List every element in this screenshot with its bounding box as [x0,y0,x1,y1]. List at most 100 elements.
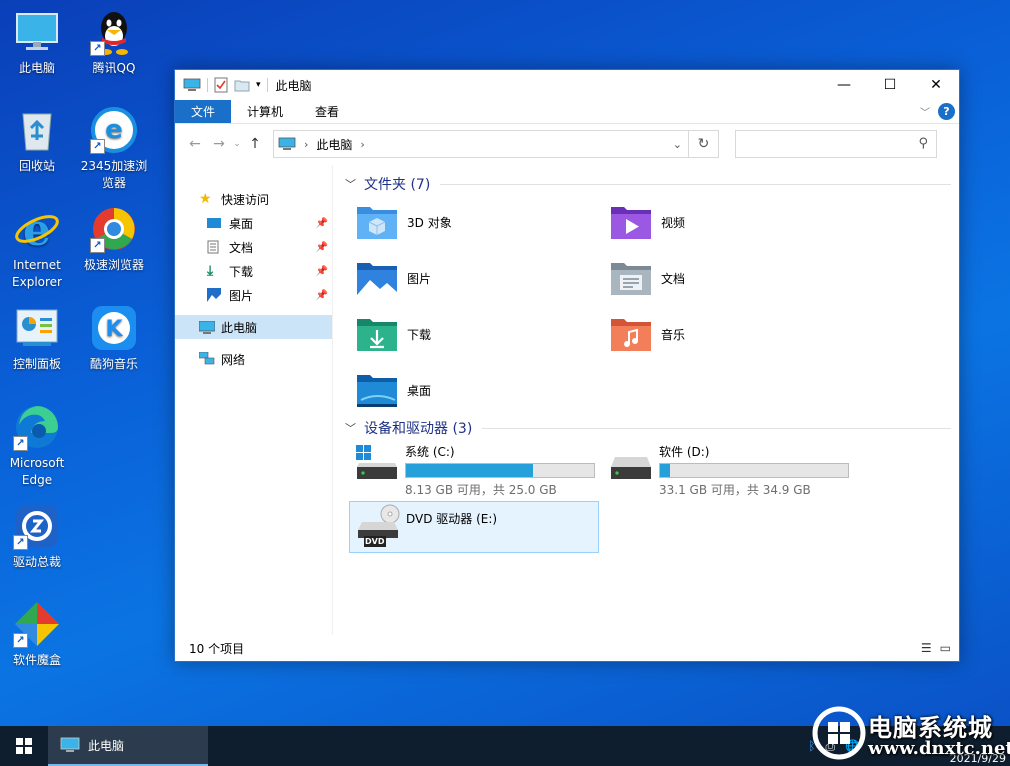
pictures-icon [207,288,223,302]
desktop-icon-this-pc[interactable]: 此电脑 [0,8,74,77]
address-bar[interactable]: › 此电脑 › ⌄ [273,130,689,158]
hard-drive-icon [611,457,651,479]
group-title: 设备和驱动器 (3) [364,421,473,437]
nav-quick-access[interactable]: ★ 快速访问 [175,187,332,211]
drive-free-space: 33.1 GB 可用，共 34.9 GB [659,483,811,497]
chevron-down-icon[interactable]: ▾ [256,80,261,90]
start-button[interactable] [0,726,48,766]
help-icon[interactable]: ? [938,103,955,120]
breadcrumb-chevron-icon[interactable]: › [360,138,364,151]
folder-music[interactable]: 音乐 [609,309,863,359]
desktop-icon-label: 极速浏览器 [83,258,144,272]
desktop-icon-control-panel[interactable]: 控制面板 [0,304,74,373]
svg-text:e: e [23,205,51,253]
nav-downloads[interactable]: ⤓ 下载 📌 [175,259,332,283]
chevron-down-icon[interactable]: ﹀ [345,176,356,192]
folder-documents[interactable]: 文档 [609,253,863,303]
tab-file[interactable]: 文件 [175,100,232,123]
breadcrumb-chevron-icon[interactable]: › [304,138,308,151]
desktop-icon-qq[interactable]: ↗ 腾讯QQ [77,8,151,77]
refresh-icon: ↻ [697,136,710,152]
folder-label: 3D 对象 [407,215,452,230]
folder-pictures[interactable]: 图片 [355,253,609,303]
drive-d[interactable]: 软件 (D:) 33.1 GB 可用，共 34.9 GB [603,441,857,497]
folder-desktop[interactable]: 桌面 [355,365,609,415]
shortcut-arrow-icon: ↗ [13,633,28,648]
new-folder-icon[interactable] [234,78,250,92]
downloads-folder-icon [357,319,397,351]
close-button[interactable]: ✕ [913,70,959,100]
watermark-logo-icon [812,706,866,760]
details-view-icon[interactable]: ☰ [921,641,932,655]
desktop-icon-label: 此电脑 [18,61,55,75]
desktop-icon-label: 控制面板 [12,357,61,371]
drive-usage-bar [659,463,849,478]
nav-label: 桌面 [229,216,254,231]
nav-desktop[interactable]: 桌面 📌 [175,211,332,235]
computer-icon [183,78,201,91]
nav-documents[interactable]: 文档 📌 [175,235,332,259]
recent-chevron-icon[interactable]: ⌄ [231,139,243,149]
separator [207,78,208,92]
svg-text:e: e [105,115,123,145]
desktop-icon-speed-browser[interactable]: ↗ 极速浏览器 [77,205,151,274]
shortcut-arrow-icon: ↗ [90,41,105,56]
breadcrumb-this-pc[interactable]: 此电脑 [316,136,352,153]
item-count: 10 个项目 [189,641,245,656]
drives-group-header[interactable]: ﹀ 设备和驱动器 (3) [341,415,959,441]
desktop-icon-software-box[interactable]: ↗ 软件魔盒 [0,600,74,669]
nav-this-pc[interactable]: 此电脑 [175,315,332,339]
desktop-icon-edge[interactable]: ↗ Microsoft Edge [0,403,74,489]
maximize-button[interactable]: ☐ [867,70,913,100]
desktop-icon-label: 软件魔盒 [12,653,61,667]
large-icons-view-icon[interactable]: ▭ [940,641,951,655]
nav-label: 图片 [229,288,254,303]
computer-icon [278,137,296,150]
desktop-icon-driver-tool[interactable]: ↗ 驱动总裁 [0,502,74,571]
nav-network[interactable]: 网络 [175,347,332,371]
refresh-button[interactable]: ↻ [689,130,719,158]
internet-explorer-icon: e [15,205,59,253]
folders-group-header[interactable]: ﹀ 文件夹 (7) [341,171,959,197]
pin-icon: 📌 [315,289,328,301]
drive-e[interactable]: DVD DVD 驱动器 (E:) [349,501,599,553]
chevron-down-icon[interactable]: ﹀ [345,420,356,436]
properties-icon[interactable] [214,77,228,93]
window-controls: — ☐ ✕ [821,70,959,100]
minimize-button[interactable]: — [821,70,867,100]
up-arrow-icon[interactable]: ↑ [243,136,267,152]
address-dropdown-icon[interactable]: ⌄ [673,138,682,151]
search-input[interactable]: ⚲ [735,130,937,158]
window-title: 此电脑 [275,78,312,93]
desktop-icon-internet-explorer[interactable]: e Internet Explorer [0,205,74,291]
desktop-icon-recycle-bin[interactable]: 回收站 [0,106,74,175]
tab-computer[interactable]: 计算机 [231,100,299,123]
forward-arrow-icon[interactable]: → [207,136,231,152]
network-icon [199,352,215,366]
desktop-icon-2345-browser[interactable]: e ↗ 2345加速浏览器 [77,106,151,192]
back-arrow-icon[interactable]: ← [183,136,207,152]
nav-label: 下载 [229,264,254,279]
drives-grid: 系统 (C:) 8.13 GB 可用，共 25.0 GB 软件 (D:) 33.… [341,441,959,553]
drive-usage-fill [406,464,533,477]
folder-label: 桌面 [407,383,432,398]
drive-c[interactable]: 系统 (C:) 8.13 GB 可用，共 25.0 GB [349,441,603,497]
tab-view[interactable]: 查看 [299,100,355,123]
title-bar[interactable]: ▾ 此电脑 — ☐ ✕ [175,70,959,100]
expand-ribbon-chevron-icon[interactable]: ﹀ [920,104,930,119]
folder-label: 下载 [407,327,432,342]
status-bar: 10 个项目 ☰ ▭ [175,635,959,661]
search-icon: ⚲ [918,136,928,151]
shortcut-arrow-icon: ↗ [13,535,28,550]
desktop-icon-kugou[interactable]: K 酷狗音乐 [77,304,151,373]
nav-pictures[interactable]: 图片 📌 [175,283,332,307]
separator [266,78,268,92]
folder-downloads[interactable]: 下载 [355,309,609,359]
folder-3d-objects[interactable]: 3D 对象 [355,197,609,247]
desktop-folder-icon [207,217,223,229]
drive-free-space: 8.13 GB 可用，共 25.0 GB [405,483,557,497]
pin-icon: 📌 [315,265,328,277]
taskbar-item-this-pc[interactable]: 此电脑 [48,726,208,766]
group-title: 文件夹 (7) [364,177,431,193]
folder-videos[interactable]: 视频 [609,197,863,247]
